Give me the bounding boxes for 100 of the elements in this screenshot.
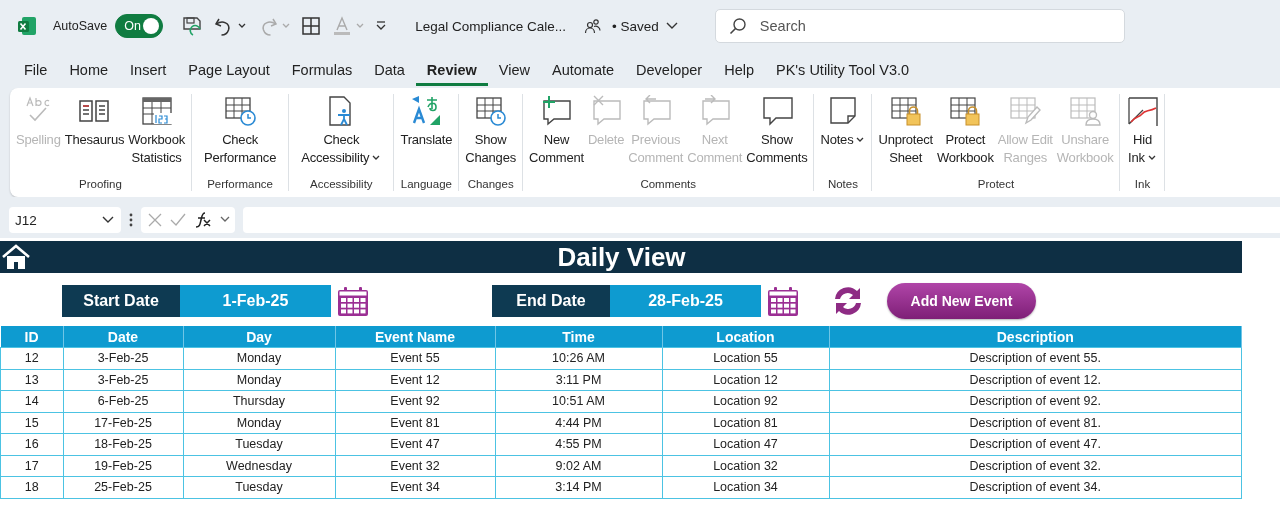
table-cell: Location 55 — [662, 347, 829, 369]
add-event-button[interactable]: Add New Event — [887, 283, 1036, 319]
table-cell: 18-Feb-25 — [63, 433, 183, 455]
column-header: ID — [0, 326, 63, 348]
borders-icon[interactable] — [301, 16, 322, 36]
grid-numbers-icon — [140, 95, 173, 127]
ribbon-button[interactable]: Protect Workbook — [935, 94, 996, 178]
group-label: Protect — [977, 178, 1015, 191]
table-cell: Event 47 — [335, 433, 495, 455]
table-cell: Event 12 — [335, 369, 495, 391]
table-cell: 4:44 PM — [495, 412, 662, 434]
calendar-icon[interactable] — [337, 285, 369, 317]
calendar-icon[interactable] — [767, 285, 799, 317]
menu-tab[interactable]: Automate — [541, 56, 626, 86]
table-cell: Description of event 92. — [829, 390, 1242, 412]
name-box[interactable]: J12 — [9, 207, 121, 233]
table-cell: 3:11 PM — [495, 369, 662, 391]
insert-function-icon[interactable] — [193, 211, 213, 229]
table-cell: Monday — [183, 369, 335, 391]
table-cell: 3-Feb-25 — [63, 347, 183, 369]
ribbon-button[interactable]: Notes — [818, 94, 868, 178]
home-icon[interactable] — [1, 244, 31, 270]
table-cell: Location 92 — [662, 390, 829, 412]
table-cell: Description of event 34. — [829, 476, 1242, 498]
table-cell: Description of event 12. — [829, 369, 1242, 391]
menu-tab[interactable]: File — [13, 56, 59, 86]
table-cell: 3-Feb-25 — [63, 369, 183, 391]
group-label: Accessibility — [310, 178, 373, 191]
group-label: Changes — [467, 178, 514, 191]
menu-tab[interactable]: View — [487, 56, 541, 86]
table-cell: Event 32 — [335, 455, 495, 477]
group-label: Comments — [640, 178, 696, 191]
caret-icon[interactable] — [101, 215, 115, 225]
table-cell: 18 — [0, 476, 63, 498]
search-field[interactable]: Search — [714, 9, 1125, 43]
table-cell: Location 34 — [662, 476, 829, 498]
ribbon-button[interactable]: Hid Ink — [1124, 94, 1161, 178]
table-cell: 25-Feb-25 — [63, 476, 183, 498]
menu-tab[interactable]: Help — [713, 56, 765, 86]
group-label: Proofing — [79, 178, 122, 191]
table-cell: 10:26 AM — [495, 347, 662, 369]
table-cell: 6-Feb-25 — [63, 390, 183, 412]
autosave-toggle[interactable]: On — [115, 14, 164, 38]
table-cell: 12 — [0, 347, 63, 369]
table-cell: Thursday — [183, 390, 335, 412]
menu-tab[interactable]: PK's Utility Tool V3.0 — [765, 56, 921, 86]
table-cell: Tuesday — [183, 476, 335, 498]
table-cell: 10:51 AM — [495, 390, 662, 412]
column-header: Date — [63, 326, 183, 348]
ribbon-button[interactable]: Translate — [398, 94, 455, 178]
translate-icon — [410, 95, 443, 127]
sheet-title: Daily View — [556, 241, 687, 273]
date-label: Start Date — [62, 285, 180, 317]
table-cell: Location 12 — [662, 369, 829, 391]
column-header: Location — [662, 326, 829, 348]
menu-tab[interactable]: Insert — [119, 56, 178, 86]
date-label: End Date — [492, 285, 610, 317]
ribbon-button[interactable]: Show Changes — [463, 94, 518, 178]
table-cell: 19-Feb-25 — [63, 455, 183, 477]
excel-logo-icon — [17, 16, 37, 36]
table-cell: 17-Feb-25 — [63, 412, 183, 434]
menu-tab[interactable]: Formulas — [280, 56, 364, 86]
table-cell: 4:55 PM — [495, 433, 662, 455]
table-cell: 15 — [0, 412, 63, 434]
ribbon-button[interactable]: Check Performance — [201, 94, 279, 178]
table-cell: Event 92 — [335, 390, 495, 412]
grid-lock-icon — [949, 95, 982, 127]
group-label: Language — [400, 178, 452, 191]
menu-tab[interactable]: Home — [58, 56, 120, 86]
table-cell: Wednesday — [183, 455, 335, 477]
table-cell: 3:14 PM — [495, 476, 662, 498]
table-cell: Description of event 47. — [829, 433, 1242, 455]
comment-delete-icon — [590, 95, 623, 127]
search-icon[interactable] — [728, 17, 747, 35]
group-label: Performance — [207, 178, 273, 191]
caret-icon[interactable] — [664, 21, 679, 31]
ribbon-button[interactable]: Workbook Statistics — [126, 94, 187, 178]
ribbon-button[interactable]: New Comment — [526, 94, 586, 178]
menu-tab[interactable]: Data — [363, 56, 416, 86]
ribbon-button[interactable]: Unprotect Sheet — [876, 94, 935, 178]
table-cell: 16 — [0, 433, 63, 455]
menu-tab[interactable]: Page Layout — [177, 56, 281, 86]
group-label: Ink — [1134, 178, 1151, 191]
ribbon-button[interactable]: Show Comments — [744, 94, 810, 178]
comment-plus-icon — [540, 95, 573, 127]
table-cell: 14 — [0, 390, 63, 412]
table-cell: Event 81 — [335, 412, 495, 434]
customize-toolbar-icon[interactable] — [375, 20, 388, 32]
grid-pencil-icon — [1009, 95, 1042, 127]
table-cell: Monday — [183, 347, 335, 369]
menu-tab[interactable]: Developer — [625, 56, 714, 86]
more-icon[interactable] — [129, 213, 133, 227]
table-cell: Description of event 32. — [829, 455, 1242, 477]
ribbon-button[interactable]: Check Accessibility — [299, 94, 384, 178]
ribbon-button[interactable]: Thesaurus — [62, 94, 127, 178]
table-cell: 9:02 AM — [495, 455, 662, 477]
table-cell: 17 — [0, 455, 63, 477]
table-cell: Description of event 81. — [829, 412, 1242, 434]
table-cell: Monday — [183, 412, 335, 434]
save-icon[interactable] — [181, 15, 204, 37]
